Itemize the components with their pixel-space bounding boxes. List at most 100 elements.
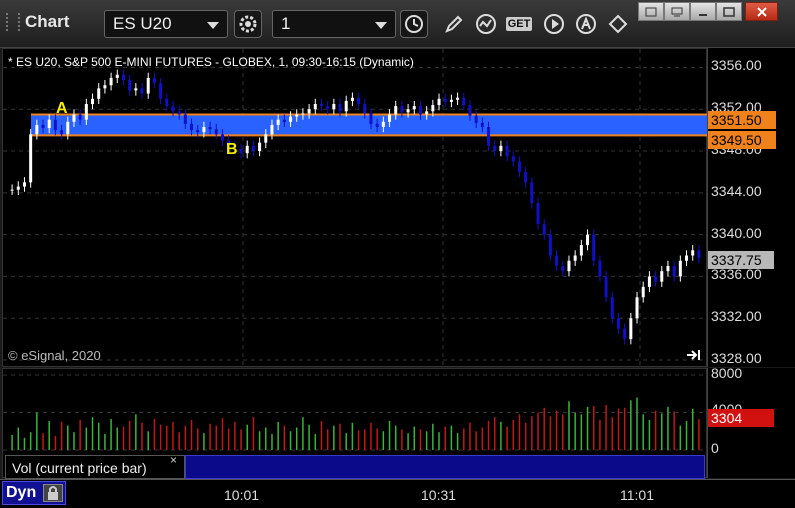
candle-body <box>258 142 262 152</box>
volume-study-label: Vol (current price bar) <box>5 455 185 479</box>
candle-body <box>78 114 82 120</box>
candle-body <box>697 250 701 259</box>
candle-body <box>47 119 51 129</box>
minimize-button[interactable] <box>690 2 716 21</box>
price-tick-label: 3344.00 <box>711 182 762 199</box>
candle-body <box>375 123 379 128</box>
chevron-down-icon <box>207 22 219 29</box>
candle-body <box>159 83 163 99</box>
candle-body <box>524 171 528 183</box>
candle-body <box>208 127 212 130</box>
candle-body <box>493 145 497 152</box>
draw-tool-button[interactable] <box>440 10 468 38</box>
candle-body <box>183 114 187 124</box>
candle-body <box>412 106 416 110</box>
link-window-button[interactable] <box>664 2 690 21</box>
price-chart-svg <box>3 49 708 368</box>
candle-body <box>462 97 466 106</box>
pencil-icon <box>445 15 463 33</box>
pin-button[interactable] <box>638 2 664 21</box>
marker-a: A <box>56 100 68 117</box>
candle-body <box>313 104 317 110</box>
price-tick-label: 3340.00 <box>711 224 762 241</box>
candle-body <box>542 224 546 235</box>
candle-body <box>282 119 286 122</box>
candle-body <box>536 203 540 225</box>
link-button[interactable] <box>604 10 632 38</box>
candle-body <box>449 99 453 102</box>
candle-body <box>579 245 583 256</box>
play-button[interactable] <box>540 10 568 38</box>
get-label: GET <box>505 17 533 31</box>
candle-body <box>561 265 565 272</box>
copyright-text: © eSignal, 2020 <box>8 348 101 363</box>
candle-body <box>666 265 670 272</box>
settings-button[interactable] <box>234 10 262 38</box>
lock-icon[interactable] <box>43 484 63 502</box>
time-tick-1031: 10:31 <box>421 487 457 503</box>
candle-body <box>487 127 491 146</box>
candle-body <box>480 122 484 128</box>
candle-body <box>616 318 620 329</box>
candle-body <box>109 77 113 86</box>
candle-body <box>394 106 398 115</box>
band-lower-price-tag[interactable]: 3349.50 <box>708 131 776 149</box>
alert-button[interactable] <box>572 10 600 38</box>
candle-body <box>171 106 175 112</box>
candle-body <box>431 105 435 112</box>
maximize-button[interactable] <box>716 2 742 21</box>
candle-body <box>326 106 330 110</box>
candle-body <box>115 74 119 78</box>
candle-body <box>505 145 509 157</box>
symbol-info-text: * ES U20, S&P 500 E-MINI FUTURES - GLOBE… <box>8 55 414 69</box>
app-title: Chart <box>6 12 69 32</box>
minimize-icon <box>699 13 707 16</box>
candle-body <box>22 182 26 187</box>
candle-body <box>239 148 243 154</box>
candle-body <box>220 134 224 141</box>
scroll-end-button[interactable] <box>686 348 702 366</box>
candle-body <box>388 114 392 122</box>
candle-body <box>437 98 441 106</box>
close-button[interactable] <box>745 2 778 21</box>
candle-body <box>406 109 410 113</box>
candle-body <box>202 127 206 133</box>
drag-grip-icon[interactable] <box>6 13 20 31</box>
dynamic-button[interactable]: Dyn <box>2 481 66 505</box>
candle-body <box>511 156 515 162</box>
time-tick-1001: 10:01 <box>224 487 260 503</box>
close-icon <box>756 6 767 17</box>
candle-body <box>332 104 336 110</box>
candle-body <box>678 260 682 277</box>
study-label-bar <box>185 455 705 479</box>
alert-a-icon <box>576 14 596 34</box>
dynamic-label: Dyn <box>6 484 37 501</box>
time-template-button[interactable] <box>400 10 428 38</box>
candle-body <box>499 145 503 152</box>
candle-body <box>425 111 429 115</box>
candle-body <box>53 119 57 131</box>
candle-body <box>289 116 293 122</box>
candle-body <box>381 121 385 128</box>
candle-body <box>660 271 664 282</box>
price-chart-panel[interactable] <box>2 48 708 368</box>
maximize-icon <box>723 6 735 17</box>
symbol-combobox[interactable]: ES U20 <box>104 10 228 38</box>
candle-body <box>635 297 639 319</box>
studies-button[interactable] <box>472 10 500 38</box>
candle-body <box>586 234 590 246</box>
band-upper-price-tag[interactable]: 3351.50 <box>708 111 776 129</box>
time-tick-1101: 11:01 <box>620 487 654 503</box>
price-tick-label: 3332.00 <box>711 308 762 325</box>
candle-body <box>350 97 354 101</box>
time-axis[interactable] <box>0 479 795 508</box>
candle-body <box>146 77 150 94</box>
close-study-icon[interactable]: × <box>170 453 177 467</box>
interval-combobox[interactable]: 1 <box>272 10 396 38</box>
play-icon <box>544 14 564 34</box>
candle-body <box>128 79 132 91</box>
candle-body <box>29 134 33 183</box>
candle-body <box>530 182 534 204</box>
get-button[interactable]: GET <box>505 10 533 38</box>
candle-body <box>16 186 20 190</box>
